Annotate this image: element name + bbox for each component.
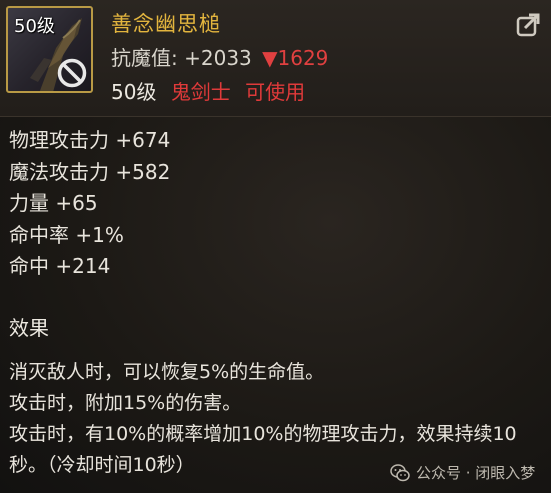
- stat-value: +2033: [184, 46, 252, 70]
- stat-delta: ▼1629: [262, 46, 329, 70]
- attribute-hit: 命中 +214: [9, 254, 111, 278]
- effect-line: 消灭敌人时，可以恢复5%的生命值。: [9, 361, 325, 383]
- stat-label: 抗魔值:: [111, 46, 178, 70]
- item-name: 善念幽思槌: [111, 12, 221, 36]
- share-icon[interactable]: [515, 10, 543, 38]
- attribute-list: 物理攻击力 +674 魔法攻击力 +582 力量 +65 命中率 +1% 命中 …: [9, 125, 170, 283]
- effects-title: 效果: [9, 316, 49, 340]
- attribute-magic-attack: 魔法攻击力 +582: [9, 159, 171, 184]
- required-class: 鬼剑士: [170, 80, 231, 104]
- attribute-physical-attack: 物理攻击力 +674: [9, 128, 171, 152]
- attribute-strength: 力量 +65: [9, 191, 98, 215]
- forbidden-icon: [57, 58, 87, 88]
- wechat-icon: [390, 463, 410, 481]
- effect-line: 攻击时，有10%的概率增加10%的物理攻击力，效果持续10: [9, 423, 517, 445]
- item-tooltip: 50级 善念幽思槌 抗魔值: +2033 ▼1629 50级 鬼剑士 可使用 物…: [0, 0, 551, 493]
- effect-line: 攻击时，附加15%的伤害。: [9, 392, 242, 414]
- item-icon: 50级: [6, 6, 93, 93]
- item-icon-level: 50级: [14, 16, 55, 37]
- requirement-row: 50级 鬼剑士 可使用: [111, 76, 305, 105]
- magic-resist-row: 抗魔值: +2033 ▼1629: [111, 42, 328, 71]
- required-level: 50级: [111, 80, 157, 104]
- tooltip-header: 50级 善念幽思槌 抗魔值: +2033 ▼1629 50级 鬼剑士 可使用: [0, 0, 551, 117]
- usable-status: 可使用: [245, 80, 306, 104]
- watermark: 公众号 · 闭眼入梦: [390, 462, 535, 483]
- watermark-text: 公众号 · 闭眼入梦: [416, 464, 536, 482]
- attribute-hit-rate: 命中率 +1%: [9, 222, 124, 247]
